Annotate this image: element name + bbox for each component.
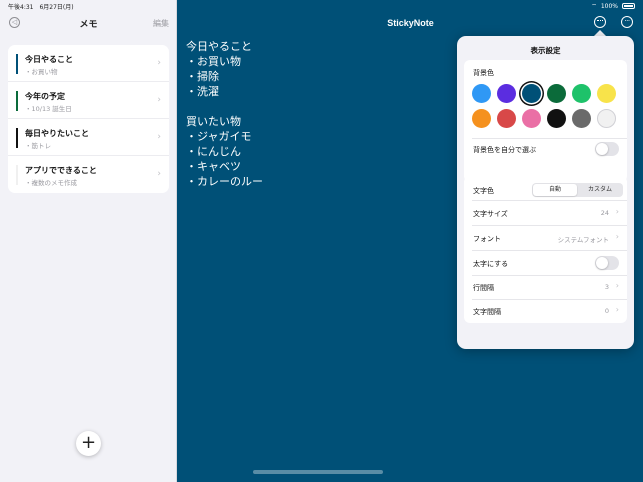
note-color-bar (16, 165, 18, 185)
row-value: 0 (604, 307, 609, 315)
note-subtitle: ・10/13 誕生日 (25, 105, 72, 113)
line-spacing-row[interactable]: 行間隔 3 › (464, 275, 627, 299)
row-label: 文字サイズ (473, 210, 508, 218)
battery-icon (622, 3, 635, 9)
note-subtitle: ・筋トレ (25, 142, 51, 150)
color-swatch[interactable] (472, 84, 491, 103)
row-value: システムフォント (557, 236, 609, 244)
row-value: 24 (600, 209, 609, 217)
note-title: 毎日やりたいこと (25, 129, 89, 138)
note-line: ・にんじん (186, 145, 241, 158)
note-line: ・お買い物 (186, 55, 241, 68)
sidebar: ◁ メモ 編集 今日やること ・お買い物 › 今年の予定 ・10/13 誕生日 … (0, 0, 177, 482)
color-swatch[interactable] (522, 109, 541, 128)
row-label: 太字にする (473, 260, 509, 268)
color-swatch[interactable] (547, 109, 566, 128)
chevron-right-icon: › (615, 305, 619, 314)
note-line (186, 99, 263, 114)
chevron-right-icon: › (615, 207, 619, 216)
note-color-bar (16, 91, 18, 111)
chevron-right-icon: › (615, 232, 619, 241)
note-line: ・掃除 (186, 70, 219, 83)
text-color-auto-option[interactable]: 自動 (533, 184, 577, 196)
custom-bg-label: 背景色を自分で選ぶ (473, 146, 536, 154)
note-line: ・洗濯 (186, 85, 219, 98)
note-item-today[interactable]: 今日やること ・お買い物 › (8, 45, 169, 82)
bold-toggle[interactable] (595, 256, 619, 270)
text-settings-card: 文字色 自動 カスタム 文字サイズ 24 › フォント システムフォント › 太… (464, 176, 627, 323)
note-line: ・キャベツ (186, 160, 241, 173)
note-line: ・カレーのルー (186, 175, 263, 188)
status-right: ⌔ 100% (591, 2, 635, 10)
note-title: 今日やること (25, 55, 73, 64)
row-label: 行間隔 (473, 284, 494, 292)
status-bar: 午後4:31 6月27日(月) ⌔ 100% (0, 0, 643, 12)
note-title: アプリでできること (25, 166, 97, 175)
row-value: 3 (604, 283, 609, 291)
wifi-icon: ⌔ (591, 3, 597, 10)
custom-bg-toggle[interactable] (595, 142, 619, 156)
color-swatch[interactable] (472, 109, 491, 128)
text-color-label: 文字色 (473, 187, 494, 195)
divider (472, 138, 627, 139)
note-line: 今日やること (186, 40, 252, 53)
chevron-right-icon: › (615, 281, 619, 290)
edit-button[interactable]: 編集 (153, 18, 169, 29)
color-swatch[interactable] (522, 84, 541, 103)
note-line: 買いたい物 (186, 115, 241, 128)
popover-title: 表示設定 (530, 46, 561, 55)
color-swatch[interactable] (497, 84, 516, 103)
color-swatch[interactable] (572, 84, 591, 103)
chevron-right-icon: › (157, 58, 161, 68)
home-indicator (253, 470, 383, 474)
note-list: 今日やること ・お買い物 › 今年の予定 ・10/13 誕生日 › 毎日やりたい… (8, 45, 169, 193)
note-item-app-features[interactable]: アプリでできること ・複数のメモ作成 › (8, 156, 169, 193)
row-label: 文字間隔 (473, 308, 501, 316)
font-row[interactable]: フォント システムフォント › (464, 226, 627, 250)
plus-icon: + (80, 432, 97, 453)
note-title: 今年の予定 (25, 92, 65, 101)
app-title: StickyNote (387, 18, 434, 28)
note-subtitle: ・複数のメモ作成 (25, 179, 77, 187)
text-color-custom-option[interactable]: カスタム (578, 184, 622, 196)
color-swatch[interactable] (597, 84, 616, 103)
more-icon[interactable]: ··· (621, 16, 633, 28)
sidebar-title: メモ (79, 20, 98, 30)
row-label: フォント (473, 235, 501, 243)
note-item-daily[interactable]: 毎日やりたいこと ・筋トレ › (8, 119, 169, 156)
background-color-card: 背景色 背景色を自分で選ぶ (464, 60, 627, 182)
bold-row: 太字にする (464, 251, 627, 275)
font-size-row[interactable]: 文字サイズ 24 › (464, 201, 627, 225)
color-swatch[interactable] (572, 109, 591, 128)
letter-spacing-row[interactable]: 文字間隔 0 › (464, 299, 627, 323)
display-settings-popover: 表示設定 背景色 背景色を自分で選ぶ 文字色 自動 カスタム 文字サイズ 24 … (457, 36, 634, 349)
note-item-year-plans[interactable]: 今年の予定 ・10/13 誕生日 › (8, 82, 169, 119)
note-subtitle: ・お買い物 (25, 68, 58, 76)
note-color-bar (16, 128, 18, 148)
sidebar-header: ◁ メモ 編集 (0, 14, 177, 32)
bg-color-label: 背景色 (473, 69, 494, 77)
note-color-bar (16, 54, 18, 74)
color-swatch[interactable] (547, 84, 566, 103)
palette-icon[interactable] (594, 16, 606, 28)
color-swatch[interactable] (597, 109, 616, 128)
chevron-right-icon: › (157, 95, 161, 105)
status-time: 午後4:31 6月27日(月) (8, 4, 74, 11)
note-text-area[interactable]: 今日やること ・お買い物・掃除・洗濯買いたい物・ジャガイモ ・にんじん・キャベツ・カ… (186, 39, 263, 189)
note-line: ・ジャガイモ (186, 130, 252, 143)
battery-percent: 100% (600, 2, 618, 10)
chevron-right-icon: › (157, 132, 161, 142)
add-note-button[interactable]: + (76, 431, 101, 456)
color-swatch[interactable] (497, 109, 516, 128)
text-color-segmented-control: 自動 カスタム (532, 183, 623, 197)
chevron-right-icon: › (157, 169, 161, 179)
